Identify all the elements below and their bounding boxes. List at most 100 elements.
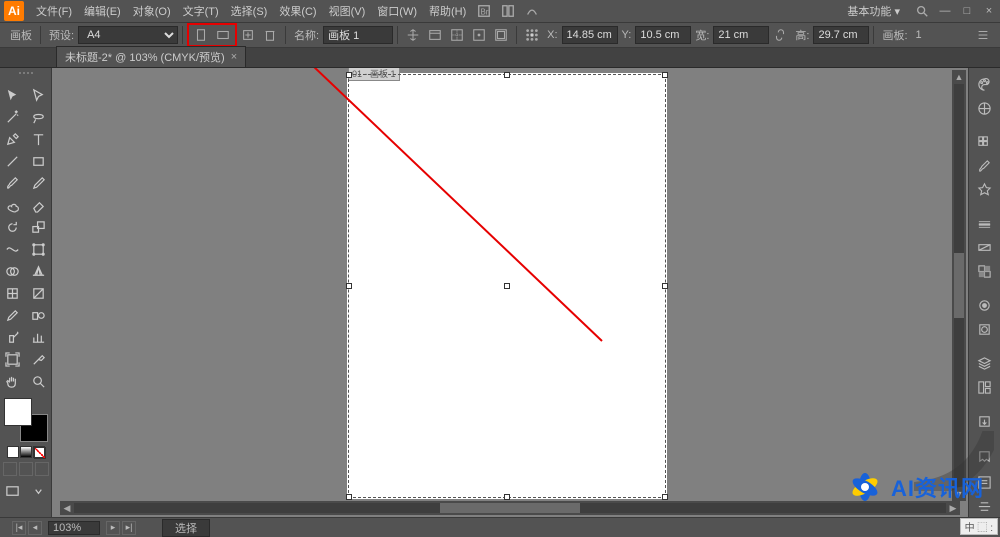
slice-tool[interactable] [26,348,52,370]
menu-window[interactable]: 窗口(W) [371,3,423,19]
link-wh-icon[interactable] [770,25,790,45]
horizontal-scrollbar[interactable]: ◀ ▶ [60,501,960,515]
handle-n[interactable] [504,72,510,78]
panel-stroke-icon[interactable] [972,214,998,235]
panel-properties-icon[interactable] [972,473,998,494]
fill-swatch[interactable] [4,398,32,426]
zoom-level[interactable]: 103% [48,521,100,535]
panel-brushes-icon[interactable] [972,156,998,177]
free-transform-tool[interactable] [26,238,52,260]
artboard-selection-box[interactable] [348,74,666,498]
new-artboard-button[interactable] [238,25,258,45]
handle-ne[interactable] [662,72,668,78]
screen-mode-arrow-icon[interactable] [26,480,52,502]
draw-behind[interactable] [19,462,33,476]
canvas-area[interactable]: 01 - 画板 1 [52,68,968,517]
hand-tool[interactable] [0,370,26,392]
artboard-name-input[interactable] [323,26,393,44]
panel-align-icon[interactable] [972,496,998,517]
panel-graphic-styles-icon[interactable] [972,319,998,340]
status-mode[interactable]: 选择 [162,519,210,537]
menu-object[interactable]: 对象(O) [127,3,177,19]
color-mode-solid[interactable] [7,446,19,458]
eyedropper-tool[interactable] [0,304,26,326]
handle-nw[interactable] [346,72,352,78]
handle-center[interactable] [504,283,510,289]
shape-builder-tool[interactable] [0,260,26,282]
type-tool[interactable] [26,128,52,150]
rectangle-tool[interactable] [26,150,52,172]
menu-help[interactable]: 帮助(H) [423,3,472,19]
gradient-tool[interactable] [26,282,52,304]
orientation-landscape-button[interactable] [213,25,233,45]
mesh-tool[interactable] [0,282,26,304]
panel-appearance-icon[interactable] [972,296,998,317]
window-close[interactable]: × [978,3,1000,19]
nav-first-icon[interactable]: |◂ [12,521,26,535]
workspace-switcher[interactable]: 基本功能 ▾ [837,3,910,19]
menu-effect[interactable]: 效果(C) [273,3,322,19]
handle-w[interactable] [346,283,352,289]
show-center-icon[interactable] [447,25,467,45]
blob-brush-tool[interactable] [0,194,26,216]
height-input[interactable] [813,26,869,44]
menu-type[interactable]: 文字(T) [177,3,225,19]
nav-next-icon[interactable]: ▸ [106,521,120,535]
document-tab[interactable]: 未标题-2* @ 103% (CMYK/预览) × [56,46,246,67]
scroll-thumb-v[interactable] [954,253,964,317]
artboard-tool[interactable] [0,348,26,370]
menu-view[interactable]: 视图(V) [323,3,372,19]
magic-wand-tool[interactable] [0,106,26,128]
scroll-left-icon[interactable]: ◀ [60,501,74,515]
x-input[interactable] [562,26,618,44]
panel-transparency-icon[interactable] [972,261,998,282]
bridge-icon[interactable]: Br [474,2,494,20]
symbol-sprayer-tool[interactable] [0,326,26,348]
panel-color-icon[interactable] [972,74,998,95]
window-maximize[interactable]: □ [956,3,978,19]
reference-point-icon[interactable] [522,25,542,45]
panel-grip-icon[interactable] [0,72,51,80]
panel-libraries-icon[interactable] [972,446,998,467]
panel-menu-icon[interactable] [973,25,993,45]
color-mode-gradient[interactable] [20,446,32,458]
menu-file[interactable]: 文件(F) [30,3,78,19]
y-input[interactable] [635,26,691,44]
width-input[interactable] [713,26,769,44]
panel-gradient-icon[interactable] [972,238,998,259]
handle-s[interactable] [504,494,510,500]
vertical-scrollbar[interactable]: ▲ ▼ [952,70,966,501]
panel-asset-export-icon[interactable] [972,412,998,433]
scroll-down-icon[interactable]: ▼ [952,487,966,501]
draw-inside[interactable] [35,462,49,476]
show-crosshair-icon[interactable] [469,25,489,45]
orientation-portrait-button[interactable] [191,25,211,45]
column-graph-tool[interactable] [26,326,52,348]
panel-symbols-icon[interactable] [972,179,998,200]
selection-tool[interactable] [0,84,26,106]
zoom-tool[interactable] [26,370,52,392]
color-mode-none[interactable] [33,446,45,458]
search-icon[interactable] [912,2,932,20]
delete-artboard-button[interactable] [260,25,280,45]
handle-sw[interactable] [346,494,352,500]
panel-layers-icon[interactable] [972,354,998,375]
pencil-tool[interactable] [26,172,52,194]
draw-normal[interactable] [3,462,17,476]
menu-select[interactable]: 选择(S) [225,3,274,19]
panel-artboards-icon[interactable] [972,377,998,398]
screen-mode-button[interactable] [0,480,26,502]
scroll-thumb-h[interactable] [440,503,580,513]
handle-e[interactable] [662,283,668,289]
panel-swatches-icon[interactable] [972,132,998,153]
handle-se[interactable] [662,494,668,500]
preset-select[interactable]: A4 [78,26,178,44]
show-safe-icon[interactable] [491,25,511,45]
width-tool[interactable] [0,238,26,260]
window-minimize[interactable]: — [934,3,956,19]
rotate-tool[interactable] [0,216,26,238]
pen-tool[interactable] [0,128,26,150]
scroll-right-icon[interactable]: ▶ [946,501,960,515]
perspective-grid-tool[interactable] [26,260,52,282]
nav-last-icon[interactable]: ▸| [122,521,136,535]
